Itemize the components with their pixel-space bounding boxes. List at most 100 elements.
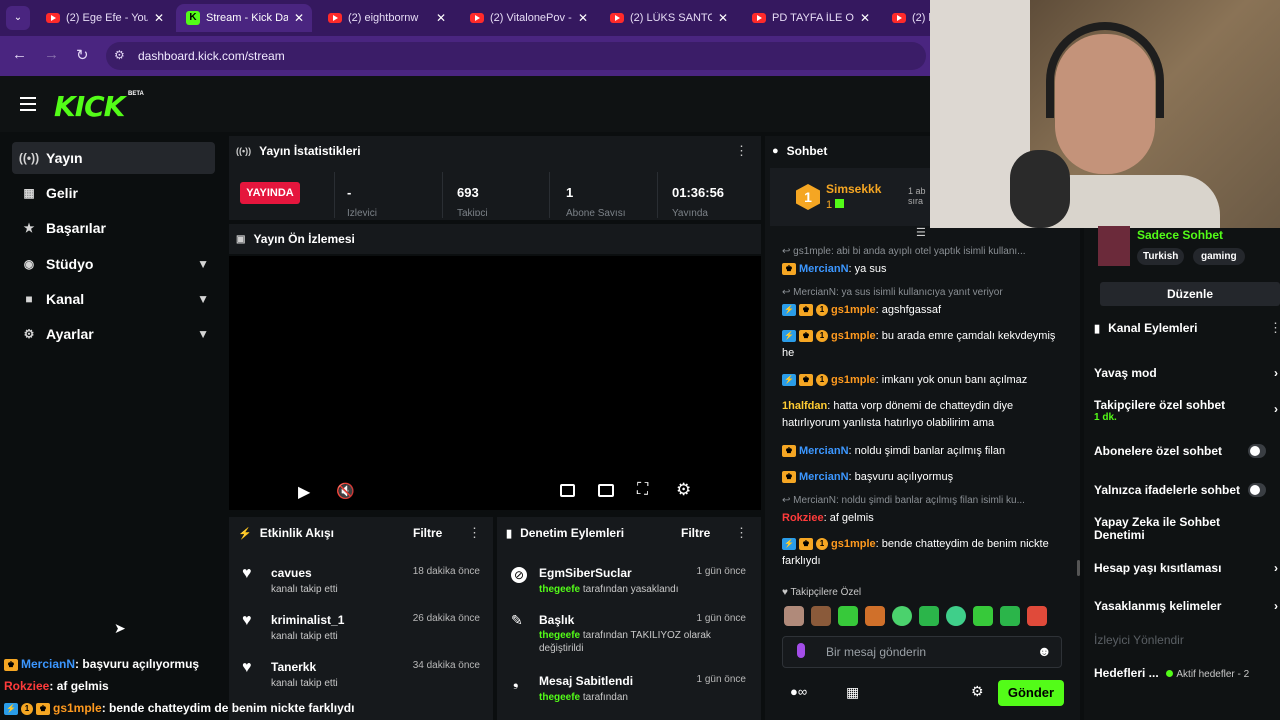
slow-mode-row[interactable]: Yavaş mod › [1094,366,1280,380]
heart-icon: ♥ [242,659,252,676]
ai-moderation-row[interactable]: Yapay Zeka ile Sohbet Denetimi [1094,516,1264,542]
browser-tab[interactable]: (2) eightbornw ✕ [318,4,454,32]
browser-tab[interactable]: (2) Ege Efe - You ✕ [36,4,172,32]
video-player[interactable] [229,256,761,510]
theater-mode-icon[interactable] [598,484,614,497]
gift-icon [835,199,845,208]
muted-icon[interactable]: 🔇 [336,482,355,500]
play-icon[interactable]: ▶ [298,482,310,502]
browser-tab[interactable]: PD TAYFA İLE OF ✕ [742,4,878,32]
close-icon[interactable]: ✕ [860,11,878,25]
url-text[interactable]: dashboard.kick.com/stream [138,49,285,63]
fullscreen-icon[interactable]: ⛶ [637,481,648,499]
emotes-only-toggle[interactable] [1248,483,1266,497]
subscribers-only-row[interactable]: Abonelere özel sohbet [1094,444,1280,460]
site-info-icon[interactable]: ⚙ [114,48,125,62]
emote-icon[interactable] [838,606,858,626]
pin-toggle-icon[interactable]: ☰ [916,226,926,239]
moderation-item: ❟ Mesaj Sabitlendi thegeefe tarafından 1… [513,673,746,703]
broadcast-icon: ((•)) [18,151,40,165]
raid-row[interactable]: İzleyici Yönlendir [1094,633,1280,647]
chevron-right-icon: › [1274,599,1278,613]
more-options-icon[interactable]: ⋮ [735,525,748,541]
browser-tab[interactable]: (2) VitalonePov - ✕ [460,4,596,32]
browser-tab-active[interactable]: K Stream - Kick Da ✕ [176,4,312,32]
moderation-filter-button[interactable]: Filtre [681,526,710,540]
beta-badge: BETA [128,91,144,97]
stream-preview-title: ▣ Yayın Ön İzlemesi [236,232,355,246]
moderator-icon: ⚡ [782,538,796,551]
emote-icon[interactable] [1000,606,1020,626]
chat-message: ⚡ ♚ 1 gs1mple: bu arada emre çamdalı kekvde… [782,330,1056,359]
browser-tab[interactable]: (2) h [882,4,930,32]
send-button[interactable]: Gönder [998,680,1064,706]
preview-icon: ▣ [236,233,246,245]
back-icon[interactable]: ← [12,46,27,63]
chevron-right-icon: › [1274,402,1278,416]
emote-icon[interactable] [784,606,804,626]
store-icon[interactable]: ▦ [846,684,859,701]
close-icon[interactable]: ✕ [294,11,312,25]
sidebar-item-ayarlar[interactable]: ⚙ Ayarlar ▼ [12,318,215,350]
tab-list-button[interactable]: ⌄ [6,6,30,30]
close-icon[interactable]: ✕ [718,11,736,25]
emotes-only-row[interactable]: Yalnızca ifadelerle sohbet [1094,483,1280,499]
emote-row [784,606,1064,626]
sidebar-item-basarilar[interactable]: ★ Başarılar [12,212,215,244]
sidebar-item-yayin[interactable]: ((•)) Yayın [12,142,215,174]
menu-icon[interactable] [20,97,36,111]
reply-context: ↩ MercianN: ya sus isimli kullanıcıya ya… [782,287,1003,298]
emote-icon[interactable] [865,606,885,626]
stat-viewers: - İzleyici [334,172,440,218]
kick-logo[interactable]: KICK [54,90,125,123]
emote-icon[interactable] [973,606,993,626]
more-options-icon[interactable]: ⋮ [1269,320,1280,336]
stat-uptime: 01:36:56 Yayında [657,172,761,218]
moderator-icon: ⚡ [4,702,18,715]
sidebar-item-kanal[interactable]: ■ Kanal ▼ [12,283,215,315]
microphone [1010,150,1070,228]
chat-scrollbar[interactable] [1077,560,1080,576]
emote-icon[interactable] [892,606,912,626]
emote-icon[interactable] [811,606,831,626]
crown-icon: ♚ [4,658,18,671]
edit-button[interactable]: Düzenle [1100,282,1280,306]
crown-icon: ♚ [36,702,50,715]
emote-icon[interactable] [919,606,939,626]
forward-icon[interactable]: → [44,46,59,63]
goals-row[interactable]: Hedefleri ... Aktif hedefler - 2 [1094,666,1280,680]
sidebar-item-studyo[interactable]: ◉ Stüdyo ▼ [12,248,215,280]
browser-tab[interactable]: (2) LÜKS SANTO ✕ [600,4,736,32]
activity-filter-button[interactable]: Filtre [413,526,442,540]
emoji-icon[interactable]: ☻ [1037,643,1052,659]
emote-icon[interactable] [1027,606,1047,626]
chat-settings-icon[interactable]: ⚙ [971,683,984,700]
chat-message: ⚡ ♚ 1 gs1mple: imkanı yok onun banı açılmaz [782,372,1067,389]
more-options-icon[interactable]: ⋮ [468,525,481,541]
points-icon[interactable]: ●∞ [790,684,807,699]
close-icon[interactable]: ✕ [436,11,454,25]
gifter-count: 1 [826,199,845,211]
gifter-name[interactable]: Simsekkk [826,182,881,196]
more-options-icon[interactable]: ⋮ [735,143,748,159]
close-icon[interactable]: ✕ [154,11,172,25]
stat-subscribers: 1 Abone Sayısı [549,172,655,218]
chat-message: Rokziee: af gelmis [782,512,874,524]
close-icon[interactable]: ✕ [578,11,596,25]
reload-icon[interactable]: ↻ [76,46,89,64]
account-age-row[interactable]: Hesap yaşı kısıtlaması › [1094,561,1280,575]
microphone-icon[interactable] [797,643,805,658]
emote-icon[interactable] [946,606,966,626]
activity-item: ♥ kriminalist_1 kanalı takip etti 26 dak… [242,612,480,642]
settings-icon[interactable]: ⚙ [676,480,691,500]
shield-icon: ▮ [1094,322,1101,335]
followers-only-row[interactable]: Takipçilere özel sohbet 1 dk. › [1094,398,1280,423]
miniplayer-icon[interactable] [560,484,575,497]
chat-bubble-icon: ● [772,145,779,157]
subscribers-only-toggle[interactable] [1248,444,1266,458]
chevron-down-icon: ▼ [197,327,209,341]
sidebar-item-gelir[interactable]: ▦ Gelir [12,177,215,209]
crown-icon: ♚ [782,471,796,484]
banned-words-row[interactable]: Yasaklanmış kelimeler › [1094,599,1280,613]
chat-title: ● Sohbet [772,144,828,158]
